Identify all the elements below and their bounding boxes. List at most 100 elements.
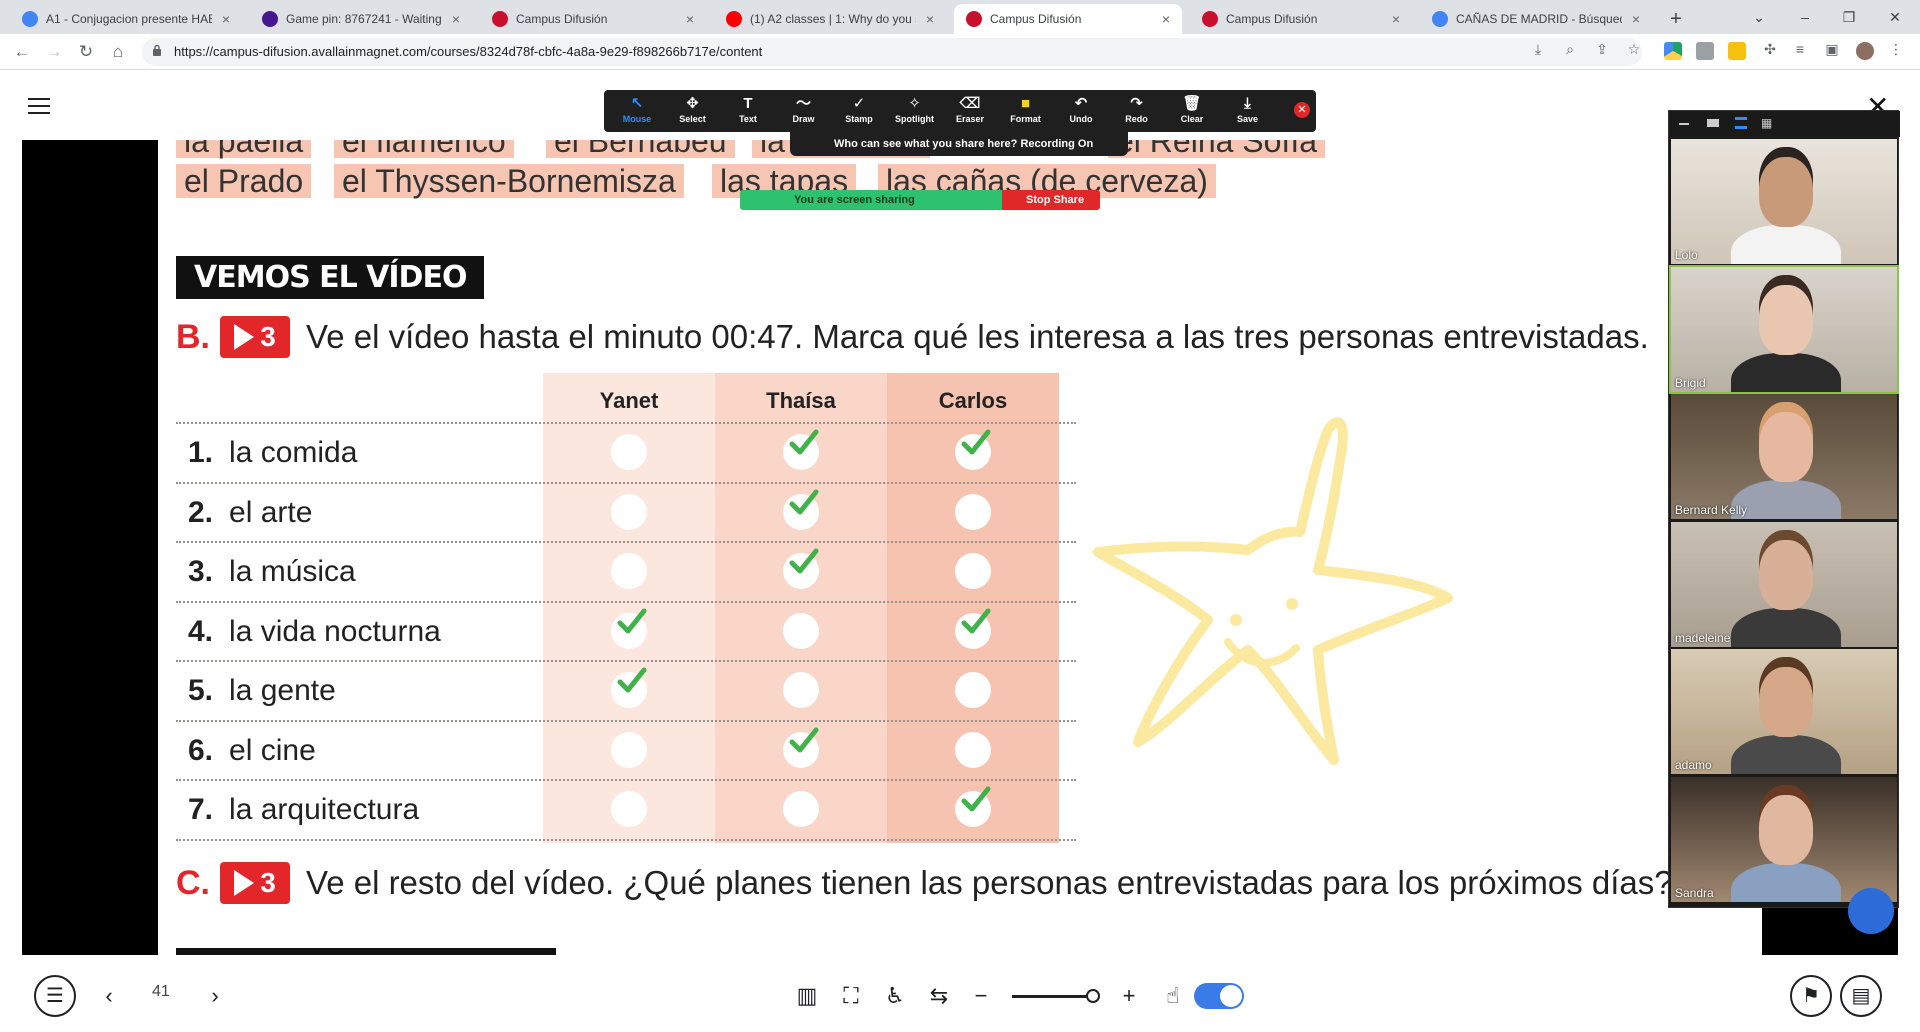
answer-circle[interactable] (955, 553, 991, 589)
answer-circle[interactable] (611, 667, 647, 708)
extensions-puzzle-icon[interactable]: ✣ (1760, 39, 1780, 59)
next-page-icon[interactable]: › (200, 981, 230, 1011)
touch-mode-toggle[interactable] (1194, 983, 1244, 1009)
browser-tab[interactable]: CAÑAS DE MADRID - Búsqueda × (1420, 4, 1652, 34)
zoom-tool-spotlight[interactable]: ✧ Spotlight (890, 94, 940, 124)
answer-circle[interactable] (611, 731, 647, 768)
browser-tab[interactable]: A1 - Conjugacion presente HAB × (10, 4, 242, 34)
zoom-tool-save[interactable]: ⤓ Save (1223, 94, 1273, 124)
minimize-gallery-icon[interactable] (1679, 123, 1689, 125)
fullscreen-icon[interactable]: ⛶ (836, 981, 866, 1011)
zoom-extension-icon[interactable] (1728, 42, 1746, 60)
answer-circle[interactable] (955, 786, 991, 827)
gallery-view-icon[interactable]: ▦ (1761, 117, 1772, 129)
browser-tab[interactable]: Campus Difusión × (480, 4, 706, 34)
menu-kebab-icon[interactable]: ⋮ (1886, 39, 1906, 59)
zoom-tool-redo[interactable]: ↷ Redo (1112, 94, 1162, 124)
participant-video-tile[interactable]: Lolo (1671, 139, 1897, 264)
answer-circle[interactable] (783, 672, 819, 708)
participant-video-tile[interactable]: madeleine (1671, 521, 1897, 647)
back-icon[interactable]: ← (8, 38, 36, 66)
bookmark-button[interactable]: ⚑ (1790, 975, 1832, 1017)
tab-close-icon[interactable]: × (218, 11, 234, 27)
reading-list-icon[interactable]: ≡ (1790, 39, 1810, 59)
browser-tab[interactable]: Campus Difusión × (954, 4, 1182, 34)
zoom-tool-mouse[interactable]: ↖ Mouse (612, 94, 662, 124)
zoom-tool-text[interactable]: T Text (723, 94, 773, 124)
zoom-slider-handle[interactable] (1086, 989, 1100, 1003)
browser-tab[interactable]: Campus Difusión × (1190, 4, 1412, 34)
answer-circle[interactable] (783, 548, 819, 589)
answer-circle[interactable] (611, 553, 647, 589)
zoom-out-icon[interactable]: − (966, 981, 996, 1011)
share-icon[interactable]: ⇪ (1592, 39, 1612, 59)
home-icon[interactable]: ⌂ (104, 38, 132, 66)
answer-circle[interactable] (611, 434, 647, 470)
browser-tab[interactable]: (1) A2 classes | 1: Why do you st × (714, 4, 946, 34)
touch-mode-icon[interactable]: ☝ (1158, 981, 1188, 1011)
tab-close-icon[interactable]: × (1158, 11, 1174, 27)
zoom-tool-undo[interactable]: ↶ Undo (1056, 94, 1106, 124)
answer-circle[interactable] (955, 731, 991, 768)
zoom-in-icon[interactable]: + (1114, 981, 1144, 1011)
zoom-tool-eraser[interactable]: ⌫ Eraser (945, 94, 995, 124)
answer-circle[interactable] (611, 493, 647, 530)
accessibility-icon[interactable]: ♿ (880, 981, 910, 1011)
hide-video-icon[interactable] (1707, 119, 1719, 127)
tab-close-icon[interactable]: × (922, 11, 938, 27)
participant-video-tile[interactable]: adamo (1671, 649, 1897, 774)
window-close-button[interactable]: ✕ (1872, 4, 1918, 30)
edit-fab-button[interactable] (1848, 888, 1894, 934)
video-play-button[interactable]: 3 (220, 316, 290, 358)
previous-page-icon[interactable]: ‹ (94, 981, 124, 1011)
zoom-lens-icon[interactable]: ⌕ (1560, 39, 1580, 59)
participant-video-tile[interactable]: Sandra (1671, 776, 1897, 902)
tab-close-icon[interactable]: × (1388, 11, 1404, 27)
side-panel-icon[interactable]: ▣ (1822, 39, 1842, 59)
install-icon[interactable]: ⤓ (1528, 39, 1548, 59)
answer-circle[interactable] (783, 612, 819, 649)
forward-icon[interactable]: → (40, 38, 68, 66)
answer-circle[interactable] (783, 791, 819, 827)
zoom-tool-select[interactable]: ✥ Select (668, 94, 718, 124)
zoom-slider-track[interactable] (1012, 995, 1090, 998)
who-can-see-banner[interactable]: Who can see what you share here? Recordi… (790, 132, 1128, 156)
participant-video-tile[interactable]: Bernard Kelly (1671, 394, 1897, 519)
new-tab-button[interactable]: + (1662, 6, 1690, 34)
answer-circle[interactable] (611, 791, 647, 827)
contents-menu-icon[interactable] (28, 98, 50, 119)
bookmark-star-icon[interactable]: ☆ (1624, 39, 1644, 59)
minimize-button[interactable]: – (1782, 4, 1828, 30)
zoom-tool-stamp[interactable]: ✓ Stamp (834, 94, 884, 124)
two-page-view-icon[interactable]: ▥ (792, 981, 822, 1011)
answer-circle[interactable] (783, 727, 819, 768)
reload-icon[interactable]: ↻ (72, 38, 100, 66)
zoom-tool-draw[interactable]: 〜 Draw (779, 94, 829, 124)
browser-tab[interactable]: Game pin: 8767241 - Waiting fo × (250, 4, 472, 34)
answer-circle[interactable] (955, 493, 991, 530)
speaker-view-icon[interactable] (1735, 117, 1747, 129)
restore-button[interactable]: ❐ (1826, 4, 1872, 30)
notes-button[interactable]: ▤ (1840, 975, 1882, 1017)
tab-close-icon[interactable]: × (448, 11, 464, 27)
compare-icon[interactable]: ⇆ (924, 981, 954, 1011)
zoom-tool-clear[interactable]: 🗑 Clear (1167, 94, 1217, 124)
answer-circle[interactable] (783, 489, 819, 530)
answer-circle[interactable] (783, 429, 819, 470)
tab-close-icon[interactable]: × (682, 11, 698, 27)
tab-search-icon[interactable]: ⌄ (1736, 4, 1782, 30)
close-annotation-icon[interactable]: ✕ (1294, 102, 1310, 118)
stop-share-button[interactable]: Stop Share (1002, 190, 1100, 210)
video-play-button[interactable]: 3 (220, 862, 290, 904)
zoom-tool-format[interactable]: ■ Format (1001, 94, 1051, 124)
answer-circle[interactable] (955, 608, 991, 649)
address-bar[interactable]: https://campus-difusion.avallainmagnet.c… (142, 38, 1642, 66)
code-extension-icon[interactable] (1696, 42, 1714, 60)
answer-circle[interactable] (955, 429, 991, 470)
answer-circle[interactable] (955, 672, 991, 708)
table-of-contents-button[interactable]: ☰ (34, 975, 76, 1017)
participant-video-tile[interactable]: Brigid (1669, 264, 1899, 394)
drive-extension-icon[interactable] (1664, 42, 1682, 60)
tab-close-icon[interactable]: × (1628, 11, 1644, 27)
answer-circle[interactable] (611, 608, 647, 649)
